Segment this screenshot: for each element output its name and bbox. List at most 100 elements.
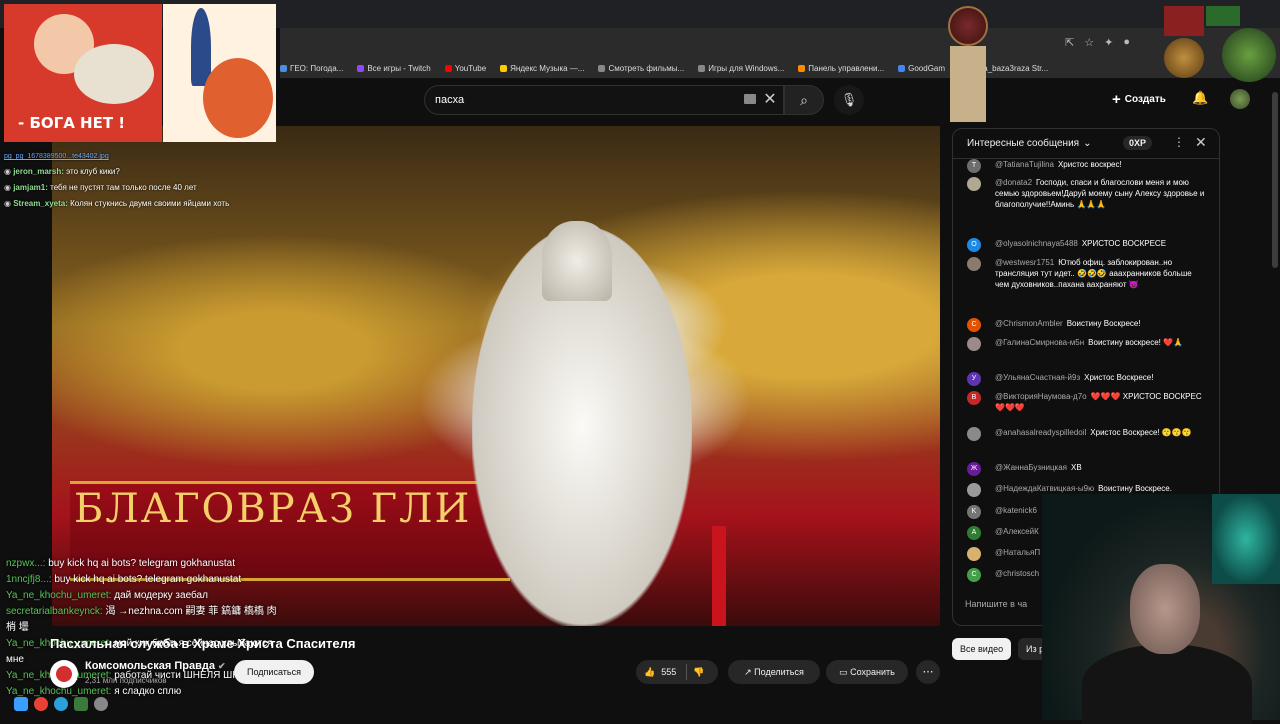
stream-chat-line: secretarialbankeynck: 渴 →nezhna.com 嗣妻 菲… <box>6 604 336 620</box>
channel-avatar[interactable] <box>50 660 78 688</box>
install-icon[interactable]: ⇱ <box>1065 36 1074 49</box>
medal-ribbon-green <box>1206 6 1240 26</box>
bookmark-item[interactable]: Все игры - Twitch <box>357 64 431 73</box>
bookmark-item[interactable]: Смотреть фильмы... <box>598 64 684 73</box>
webcam-streamer-face <box>1130 564 1200 654</box>
live-chat-message[interactable]: У @УльянаСчастная-й9з Христос Воскресе! <box>967 372 1207 386</box>
medal-circle <box>948 6 988 46</box>
stream-chat-line: pg_pg_1678389500...te43402.jpg <box>4 148 254 164</box>
bookmark-item[interactable]: Яндекс Музыка —... <box>500 64 584 73</box>
search-button[interactable]: ⌕ <box>784 85 824 115</box>
live-chat-message[interactable]: @ГалинаСмирнова-м5н Воистину воскресе! ❤️… <box>967 337 1207 351</box>
cosmonaut-body-illustration <box>74 44 154 104</box>
stream-chat-link[interactable]: pg_pg_1678389500...te43402.jpg <box>4 153 109 160</box>
live-chat-message[interactable]: @westwesr1751 Ютюб офиц. заблокирован..но… <box>967 257 1207 290</box>
bookmark-item[interactable]: GoodGam <box>898 64 945 73</box>
extension-icon[interactable]: ✦ <box>1104 36 1113 49</box>
live-chat-message[interactable]: @donata2 Господи, спаси и благослови меня… <box>967 177 1207 210</box>
bookmark-favicon-icon <box>798 64 806 72</box>
stream-chat-line: ◉ jamjam1: тебя не пустят там только пос… <box>4 180 254 196</box>
share-label: Поделиться <box>754 667 804 677</box>
bookmark-label: Игры для Windows... <box>708 63 785 73</box>
like-icon[interactable]: 👍 <box>644 667 655 678</box>
chat-author-name: @НадеждаКатвицкая-ы9ю <box>995 484 1095 493</box>
live-chat-message[interactable]: @anahasalreadyspilledoil Христос Воскресе… <box>967 427 1207 441</box>
chat-message-text: Воистину Воскресе. <box>1098 484 1172 493</box>
live-chat-message[interactable]: T @TatianaTujilina Христос воскрес! <box>967 159 1207 173</box>
chat-input[interactable]: Напишите в ча <box>965 599 1027 609</box>
chat-message-text: Христос Воскресе! <box>1084 373 1154 382</box>
page-scrollbar[interactable] <box>1272 92 1278 268</box>
chat-author-name: @katenick6 <box>995 506 1037 515</box>
bookmark-item[interactable]: ГЕО: Погода... <box>280 64 343 73</box>
chat-author-name: @donata2 <box>995 178 1033 187</box>
stream-chat-text: дай модерку заебал <box>111 590 208 601</box>
live-chat-message[interactable]: @НадеждаКатвицкая-ы9ю Воистину Воскресе. <box>967 483 1207 497</box>
chat-menu-icon[interactable]: ⋮ <box>1173 135 1185 149</box>
chat-message-body: @olyasolnichnaya5488 ХРИСТОС ВОСКРЕСЕ <box>995 238 1207 249</box>
subscribe-button[interactable]: Подписаться <box>234 660 314 684</box>
plus-icon: + <box>1112 90 1121 108</box>
chip-all-videos[interactable]: Все видео <box>952 638 1012 660</box>
account-avatar[interactable] <box>1230 89 1250 109</box>
live-chat-message[interactable]: O @olyasolnichnaya5488 ХРИСТОС ВОСКРЕСЕ <box>967 238 1207 252</box>
chat-author-name: @ГалинаСмирнова-м5н <box>995 338 1085 347</box>
stream-chat-username: 梢 壜 <box>6 622 29 633</box>
more-actions-icon[interactable]: ⋯ <box>916 660 940 684</box>
save-button[interactable]: ▭ Сохранить <box>826 660 908 684</box>
windows-start-icon[interactable] <box>14 697 28 711</box>
live-chat-mode-dropdown[interactable]: Интересные сообщения <box>967 138 1079 149</box>
telegram-icon[interactable] <box>54 697 68 711</box>
bookmark-favicon-icon <box>500 64 508 72</box>
close-chat-icon[interactable]: ✕ <box>1195 134 1207 151</box>
chrome-icon[interactable] <box>34 697 48 711</box>
subscriber-count: 2,31 млн подписчиков <box>85 676 167 685</box>
bookmark-item[interactable]: Панель управлени... <box>798 64 884 73</box>
chat-author-avatar <box>967 483 981 497</box>
stream-chat-username: мне <box>6 654 24 665</box>
medal-ribbon <box>1164 6 1204 36</box>
dislike-icon[interactable]: 👎 <box>693 667 704 678</box>
browser-toolbar-icons: ⇱ ☆ ✦ ● <box>1065 36 1130 49</box>
chat-author-name: @ЖаннаБузницкая <box>995 463 1067 472</box>
chat-author-avatar: T <box>967 159 981 173</box>
chat-author-avatar: Ж <box>967 462 981 476</box>
chat-author-avatar: O <box>967 238 981 252</box>
xp-badge[interactable]: 0XP <box>1123 136 1153 150</box>
clear-search-icon[interactable]: ✕ <box>760 90 780 110</box>
chat-author-name: @TatianaTujilina <box>995 160 1054 169</box>
chat-author-avatar <box>967 427 981 441</box>
live-chat-message[interactable]: Ж @ЖаннаБузницкая ХВ <box>967 462 1207 476</box>
bookmark-favicon-icon <box>444 64 452 72</box>
stream-chat-line: nzpwx...: buy kick hq ai bots? telegram … <box>6 556 336 572</box>
chat-author-name: @olyasolnichnaya5488 <box>995 239 1078 248</box>
bookmark-item[interactable]: Игры для Windows... <box>698 64 784 73</box>
chat-message-text: Христос воскрес! <box>1057 160 1122 169</box>
chevron-down-icon[interactable]: ⌄ <box>1083 138 1091 149</box>
chat-message-body: @anahasalreadyspilledoil Христос Воскресе… <box>995 427 1207 438</box>
notifications-bell-icon[interactable]: 🔔 <box>1192 90 1208 106</box>
live-chat-message[interactable]: B @ВикторияНаумова-д7о ❤️❤️❤️ ХРИСТОС ВОСК… <box>967 391 1207 413</box>
chat-author-name: @ВикторияНаумова-д7о <box>995 392 1087 401</box>
bookmark-item[interactable]: YouTube <box>444 64 486 73</box>
like-dislike-group[interactable]: 👍 555 👎 <box>636 660 718 684</box>
search-input[interactable]: пасха <box>424 85 784 115</box>
channel-name[interactable]: Комсомольская Правда ✔ <box>85 660 226 672</box>
video-candle <box>712 526 726 626</box>
app-icon[interactable] <box>74 697 88 711</box>
profile-dot-icon[interactable]: ● <box>1123 36 1130 49</box>
voice-search-button[interactable]: 🎙 <box>834 85 864 115</box>
obs-icon[interactable] <box>94 697 108 711</box>
stream-chat-text: buy kick hq ai bots? telegram gokhanusta… <box>45 558 236 569</box>
chat-message-body: @ВикторияНаумова-д7о ❤️❤️❤️ ХРИСТОС ВОСКР… <box>995 391 1207 413</box>
share-button[interactable]: ↗ Поделиться <box>728 660 820 684</box>
bookmark-label: ГЕО: Погода... <box>290 63 344 73</box>
chat-message-text: ХВ <box>1071 463 1082 472</box>
stream-chat-line: ◉ Stream_xyeta: Колян стукнись двумя сво… <box>4 196 254 212</box>
chat-author-name: @westwesr1751 <box>995 258 1055 267</box>
create-button[interactable]: + Создать <box>1112 88 1166 110</box>
keyboard-icon[interactable] <box>744 94 756 104</box>
star-icon[interactable]: ☆ <box>1084 36 1094 49</box>
live-chat-message[interactable]: C @ChrismonAmbler Воистину Воскресе! <box>967 318 1207 332</box>
chat-author-name: @НатальяП <box>995 548 1041 557</box>
